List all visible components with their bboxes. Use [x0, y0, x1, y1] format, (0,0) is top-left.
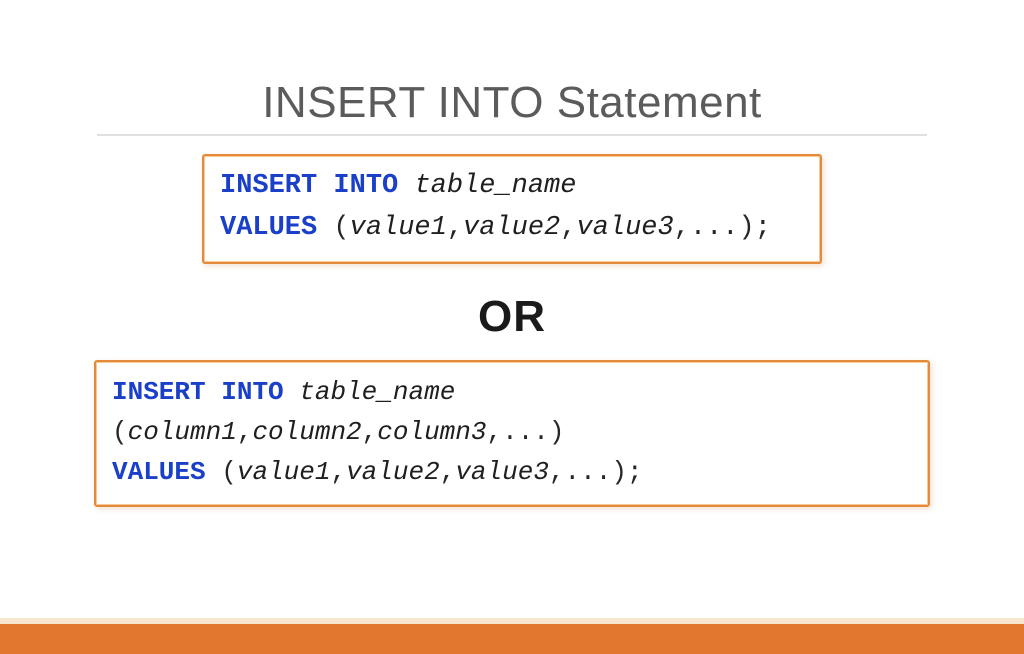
identifier-value: value3 — [576, 213, 673, 243]
keyword-values: VALUES — [112, 457, 206, 487]
paren-close: ); — [739, 213, 771, 243]
comma: , — [447, 213, 463, 243]
ellipsis: ... — [502, 417, 549, 447]
identifier-column: column3 — [377, 417, 486, 447]
identifier-value: value1 — [237, 457, 331, 487]
or-separator: OR — [0, 292, 1024, 342]
identifier-value: value2 — [346, 457, 440, 487]
code-block-2: INSERT INTO table_name (column1,column2,… — [94, 360, 930, 507]
comma: , — [486, 417, 502, 447]
identifier-table: table_name — [414, 171, 576, 201]
keyword-values: VALUES — [220, 213, 317, 243]
identifier-table: table_name — [299, 377, 455, 407]
page-title: INSERT INTO Statement — [0, 78, 1024, 128]
comma: , — [674, 213, 690, 243]
footer-accent-bottom — [0, 624, 1024, 654]
comma: , — [440, 457, 456, 487]
identifier-column: column2 — [252, 417, 361, 447]
identifier-value: value3 — [455, 457, 549, 487]
code-block-1: INSERT INTO table_name VALUES (value1,va… — [202, 154, 822, 264]
keyword-into: INTO — [221, 377, 283, 407]
code-line: INSERT INTO table_name (column1,column2,… — [112, 372, 912, 453]
comma: , — [549, 457, 565, 487]
code-line: VALUES (value1,value2,value3,...); — [112, 452, 912, 492]
title-underline — [97, 134, 927, 136]
ellipsis: ... — [565, 457, 612, 487]
keyword-insert: INSERT — [112, 377, 206, 407]
code-line: INSERT INTO table_name — [220, 166, 804, 208]
code-line: VALUES (value1,value2,value3,...); — [220, 208, 804, 250]
footer-bar — [0, 618, 1024, 654]
paren-close: ) — [549, 417, 565, 447]
paren-open: ( — [112, 417, 128, 447]
comma: , — [330, 457, 346, 487]
keyword-insert: INSERT — [220, 171, 317, 201]
keyword-into: INTO — [333, 171, 398, 201]
comma: , — [237, 417, 253, 447]
comma: , — [362, 417, 378, 447]
paren-open: ( — [221, 457, 237, 487]
identifier-column: column1 — [128, 417, 237, 447]
paren-open: ( — [333, 213, 349, 243]
comma: , — [560, 213, 576, 243]
identifier-value: value1 — [350, 213, 447, 243]
ellipsis: ... — [690, 213, 739, 243]
identifier-value: value2 — [463, 213, 560, 243]
paren-close: ); — [611, 457, 642, 487]
